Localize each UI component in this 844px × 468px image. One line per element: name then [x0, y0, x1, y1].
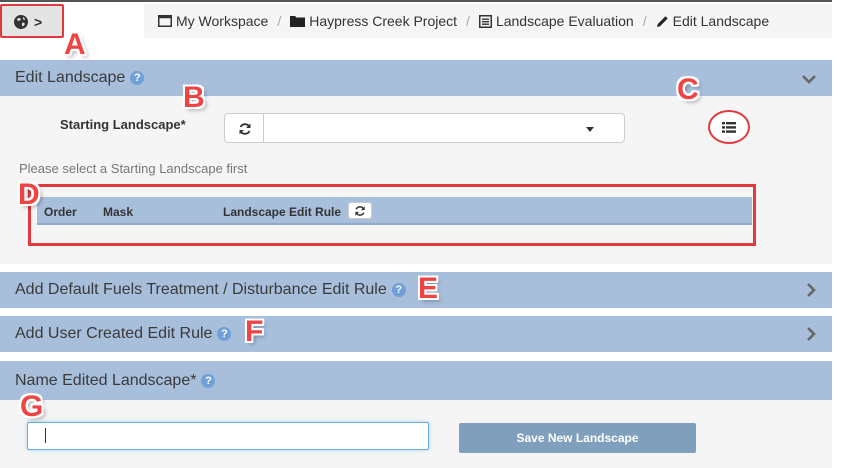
breadcrumb-landscape-evaluation[interactable]: Landscape Evaluation	[478, 13, 634, 29]
pencil-icon	[656, 15, 668, 27]
right-margin	[832, 0, 844, 468]
annotation-e: E	[418, 272, 439, 305]
column-mask: Mask	[103, 205, 134, 219]
annotation-d: D	[18, 178, 40, 211]
breadcrumb-separator: /	[642, 13, 647, 29]
breadcrumb-separator: /	[277, 13, 282, 29]
breadcrumb: My Workspace / Haypress Creek Project / …	[144, 4, 832, 38]
text-cursor	[45, 428, 46, 443]
refresh-rules-button[interactable]	[348, 202, 372, 219]
list-icon	[722, 122, 736, 133]
window-icon	[158, 15, 172, 27]
user-rule-panel-header[interactable]: Add User Created Edit Rule ?	[0, 316, 832, 352]
column-landscape-edit-rule: Landscape Edit Rule	[223, 205, 342, 219]
refresh-icon	[239, 123, 251, 135]
annotation-c: C	[677, 73, 699, 106]
landscape-name-input[interactable]	[27, 422, 429, 450]
breadcrumb-edit-landscape: Edit Landscape	[656, 13, 769, 29]
refresh-starting-landscape-button[interactable]	[224, 113, 264, 143]
top-border	[0, 0, 832, 2]
panel-title: Add Default Fuels Treatment / Disturbanc…	[15, 281, 387, 298]
edit-rules-table-header: Order Mask Landscape Edit Rule	[37, 197, 752, 225]
folder-icon	[290, 16, 306, 27]
caret-down-icon	[586, 127, 594, 132]
chevron-right-icon	[806, 327, 816, 346]
panel-title: Add User Created Edit Rule	[15, 325, 213, 342]
edit-landscape-panel-header[interactable]: Edit Landscape ?	[0, 60, 832, 96]
help-icon[interactable]: ?	[130, 71, 145, 85]
help-icon[interactable]: ?	[391, 283, 406, 297]
panel-title: Name Edited Landscape*	[15, 371, 197, 389]
save-new-landscape-button[interactable]: Save New Landscape	[459, 423, 696, 453]
help-icon[interactable]: ?	[201, 373, 216, 388]
chevron-down-icon	[802, 71, 816, 89]
list-view-button[interactable]	[708, 110, 750, 144]
refresh-icon	[355, 206, 365, 216]
chevron-right-icon	[806, 283, 816, 302]
starting-landscape-select[interactable]	[263, 113, 625, 143]
breadcrumb-project[interactable]: Haypress Creek Project	[290, 13, 457, 29]
chevron-right-icon: >	[34, 14, 43, 30]
list-icon	[478, 14, 492, 28]
starting-landscape-hint: Please select a Starting Landscape first	[19, 161, 248, 176]
help-icon[interactable]: ?	[217, 327, 232, 341]
annotation-b: B	[183, 81, 205, 114]
name-landscape-panel-header[interactable]: Name Edited Landscape* ?	[0, 361, 832, 400]
breadcrumb-my-workspace[interactable]: My Workspace	[158, 13, 268, 29]
column-order: Order	[44, 205, 77, 219]
globe-icon	[13, 14, 29, 35]
default-rule-panel-header[interactable]: Add Default Fuels Treatment / Disturbanc…	[0, 272, 832, 308]
annotation-f: F	[245, 315, 264, 348]
globe-menu-button[interactable]: >	[0, 4, 64, 38]
panel-title: Edit Landscape	[15, 69, 126, 86]
annotation-a: A	[64, 28, 86, 61]
breadcrumb-separator: /	[466, 13, 470, 29]
starting-landscape-label: Starting Landscape*	[60, 117, 186, 132]
annotation-g: G	[20, 390, 44, 423]
